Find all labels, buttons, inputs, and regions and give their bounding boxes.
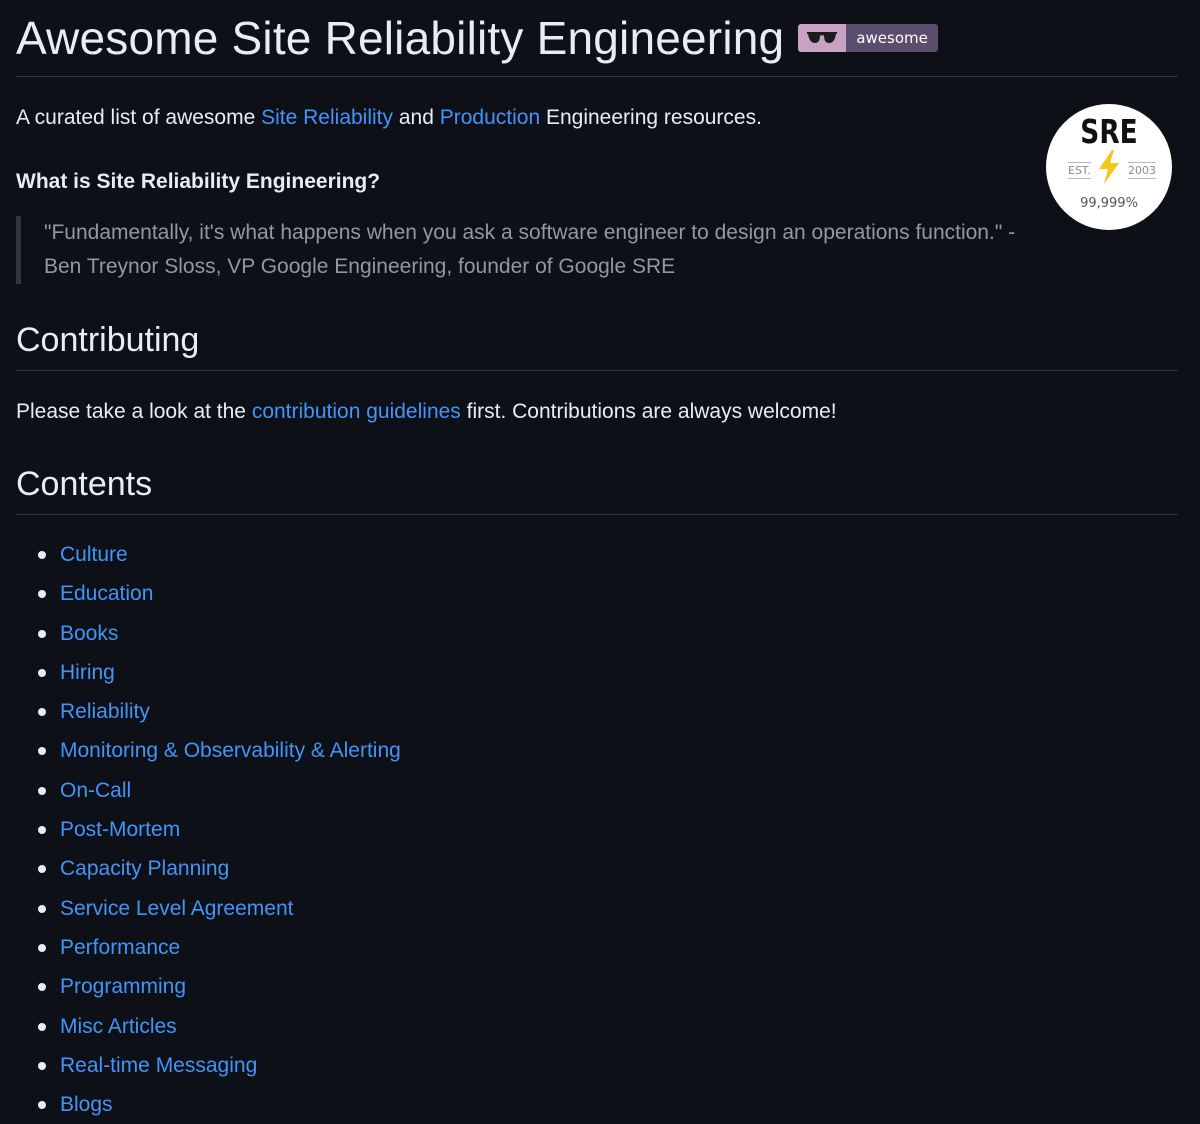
list-item: Books	[16, 614, 401, 653]
toc-link-culture[interactable]: Culture	[60, 543, 128, 566]
sre-logo: SRE EST. 2003 99,999%	[1046, 104, 1172, 230]
bullet	[38, 708, 46, 717]
bullet	[38, 551, 46, 559]
contributing-suffix: first. Contributions are always welcome!	[460, 400, 837, 423]
toc-link-real-time-messaging[interactable]: Real-time Messaging	[60, 1054, 257, 1077]
sunglasses-icon	[798, 24, 847, 52]
bullet	[38, 904, 46, 913]
sre-question: What is Site Reliability Engineering?	[16, 170, 381, 193]
awesome-badge[interactable]: awesome	[798, 24, 938, 52]
toc-link-education[interactable]: Education	[60, 582, 153, 605]
contributing-divider	[16, 370, 1178, 371]
bullet	[38, 1101, 46, 1110]
list-item: Culture	[16, 535, 401, 574]
toc-link-on-call[interactable]: On-Call	[60, 779, 131, 802]
contents-list: Culture Education Books Hiring Reliabili…	[16, 535, 401, 1124]
intro-text: A curated list of awesome Site Reliabili…	[16, 104, 762, 132]
list-item: Programming	[16, 967, 401, 1006]
contributing-heading: Contributing	[16, 321, 200, 359]
toc-link-post-mortem[interactable]: Post-Mortem	[60, 818, 180, 841]
list-item: Capacity Planning	[16, 849, 401, 888]
bullet	[38, 865, 46, 874]
bullet	[38, 786, 46, 795]
intro-middle: and	[393, 106, 440, 129]
sre-quote: "Fundamentally, it's what happens when y…	[16, 216, 1024, 284]
toc-link-monitoring[interactable]: Monitoring & Observability & Alerting	[60, 739, 401, 762]
bullet	[38, 943, 46, 952]
list-item: Education	[16, 574, 401, 613]
bullet	[38, 629, 46, 638]
list-item: Hiring	[16, 653, 401, 692]
toc-link-hiring[interactable]: Hiring	[60, 661, 115, 684]
list-item: Service Level Agreement	[16, 889, 401, 928]
bullet	[38, 826, 46, 835]
toc-link-blogs[interactable]: Blogs	[60, 1093, 113, 1116]
page-title: Awesome Site Reliability Engineering	[16, 12, 785, 64]
toc-link-misc-articles[interactable]: Misc Articles	[60, 1015, 177, 1038]
badge-label: awesome	[846, 24, 938, 52]
bullet	[38, 590, 46, 599]
sre-logo-title: SRE	[1080, 112, 1138, 151]
toc-link-performance[interactable]: Performance	[60, 936, 180, 959]
title-row: Awesome Site Reliability Engineering awe…	[16, 8, 938, 68]
contribution-guidelines-link[interactable]: contribution guidelines	[252, 400, 461, 423]
contributing-prefix: Please take a look at the	[16, 400, 252, 423]
list-item: Blogs	[16, 1085, 401, 1124]
sre-logo-year: 2003	[1128, 162, 1156, 179]
intro-prefix: A curated list of awesome	[16, 106, 262, 129]
toc-link-sla[interactable]: Service Level Agreement	[60, 897, 293, 920]
list-item: On-Call	[16, 771, 401, 810]
list-item: Post-Mortem	[16, 810, 401, 849]
bullet	[38, 1061, 46, 1070]
bullet	[38, 983, 46, 992]
list-item: Reliability	[16, 692, 401, 731]
sre-logo-nines: 99,999%	[1080, 196, 1138, 211]
toc-link-capacity-planning[interactable]: Capacity Planning	[60, 857, 229, 880]
toc-link-reliability[interactable]: Reliability	[60, 700, 150, 723]
production-link[interactable]: Production	[440, 106, 540, 129]
sre-logo-est: EST.	[1068, 162, 1091, 179]
toc-link-books[interactable]: Books	[60, 622, 118, 645]
title-divider	[16, 76, 1178, 77]
contributing-text: Please take a look at the contribution g…	[16, 398, 837, 426]
contents-heading: Contents	[16, 465, 153, 503]
bullet	[38, 668, 46, 677]
site-reliability-link[interactable]: Site Reliability	[261, 106, 393, 129]
bullet	[38, 747, 46, 756]
contents-divider	[16, 514, 1178, 515]
lightning-bolt-icon	[1099, 150, 1119, 184]
list-item: Performance	[16, 928, 401, 967]
list-item: Real-time Messaging	[16, 1046, 401, 1085]
bullet	[38, 1022, 46, 1031]
intro-suffix: Engineering resources.	[540, 106, 762, 129]
list-item: Misc Articles	[16, 1007, 401, 1046]
toc-link-programming[interactable]: Programming	[60, 975, 186, 998]
list-item: Monitoring & Observability & Alerting	[16, 731, 401, 770]
